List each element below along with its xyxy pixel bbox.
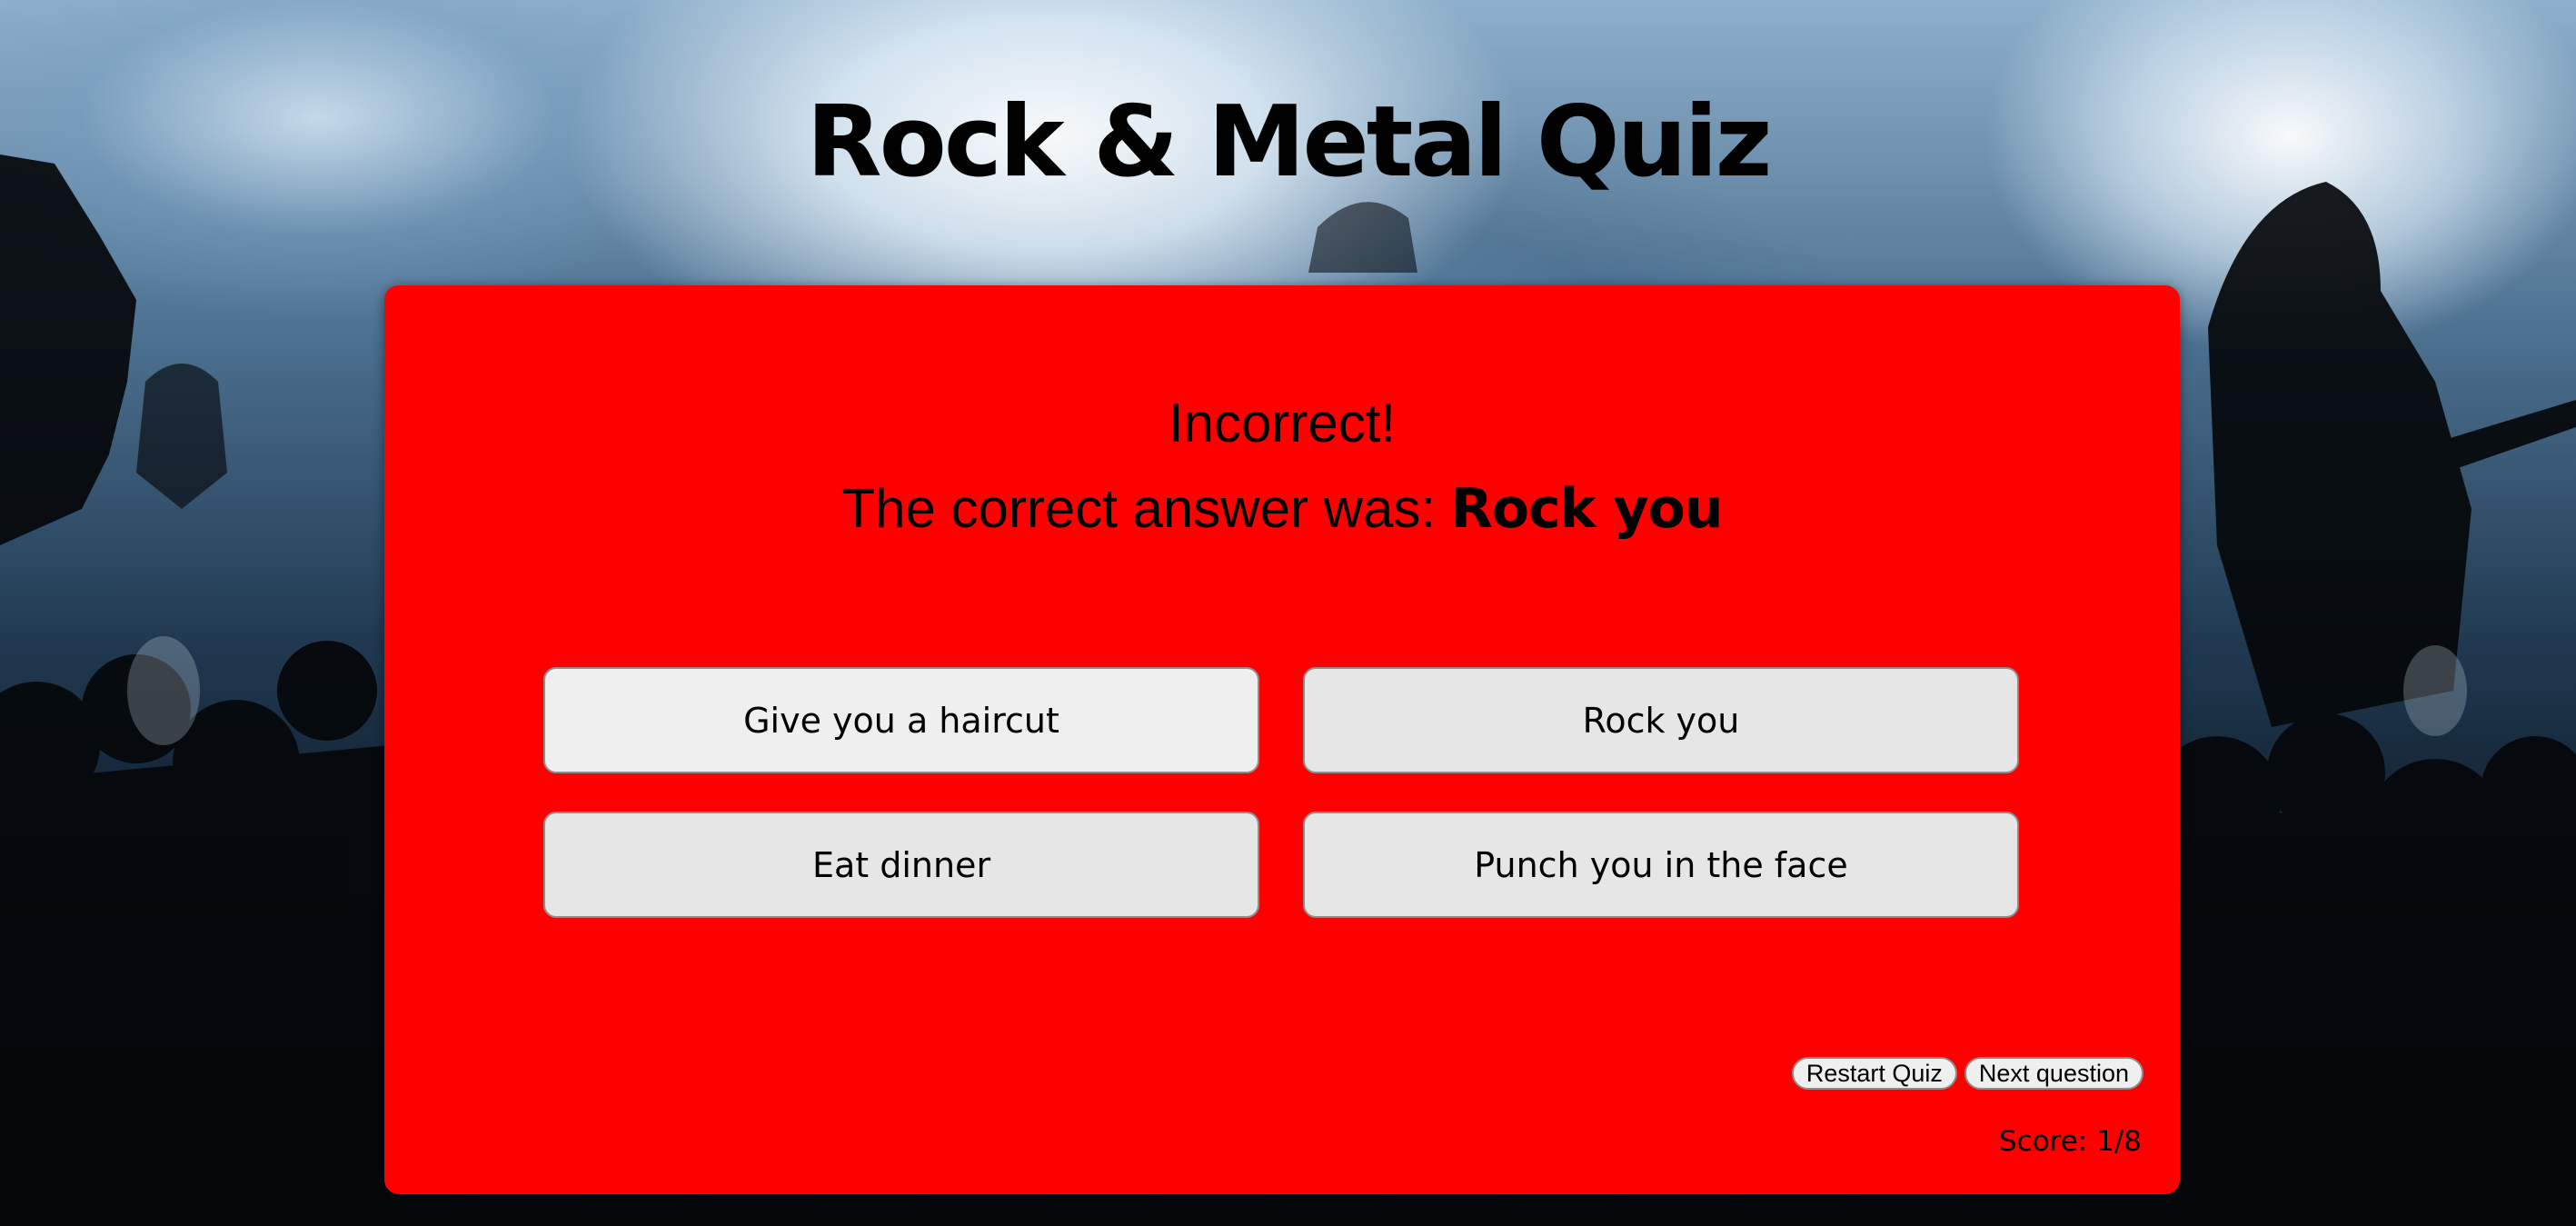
result-status: Incorrect!	[1168, 393, 1397, 454]
restart-quiz-button[interactable]: Restart Quiz	[1791, 1057, 1957, 1090]
correct-answer-value: Rock you	[1450, 477, 1724, 541]
next-question-button[interactable]: Next question	[1964, 1057, 2143, 1090]
correct-answer-message: The correct answer was: Rock you	[384, 476, 2180, 542]
page-title: Rock & Metal Quiz	[806, 85, 1772, 199]
answer-button-eat-dinner[interactable]: Eat dinner	[543, 812, 1259, 918]
quiz-card: Incorrect! The correct answer was: Rock …	[384, 285, 2180, 1194]
answer-options: Give you a haircut Rock you Eat dinner P…	[543, 667, 2020, 918]
answer-button-punch-you-in-the-face[interactable]: Punch you in the face	[1303, 812, 2019, 918]
correct-answer-prefix: The correct answer was:	[841, 478, 1451, 539]
quiz-controls: Restart Quiz Next question	[1791, 1057, 2143, 1090]
score-display: Score: 1/8	[1998, 1125, 2142, 1158]
answer-button-give-you-a-haircut[interactable]: Give you a haircut	[543, 667, 1259, 773]
answer-button-rock-you[interactable]: Rock you	[1303, 667, 2019, 773]
